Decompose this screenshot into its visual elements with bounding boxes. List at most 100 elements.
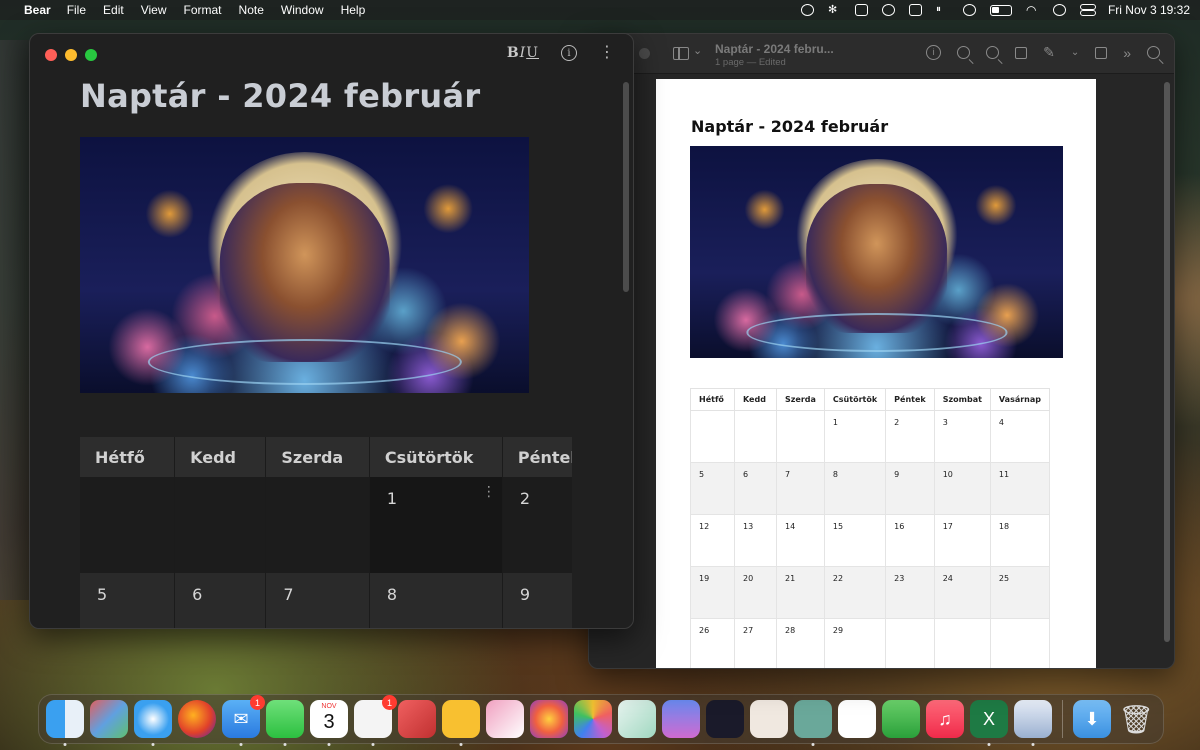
background-window-edge <box>0 40 29 600</box>
zoom-button[interactable] <box>85 49 97 61</box>
preview-day-cell: 2 <box>885 410 935 463</box>
note-day-cell[interactable]: 5 <box>80 573 176 628</box>
zoom-in-icon[interactable] <box>986 46 1000 59</box>
menu-file[interactable]: File <box>67 3 86 17</box>
search-icon[interactable] <box>1147 46 1160 59</box>
note-day-cell[interactable]: 9 <box>502 573 572 628</box>
vpn-icon[interactable] <box>881 4 895 16</box>
stack-icon[interactable] <box>706 700 744 738</box>
color-icon[interactable] <box>530 700 568 738</box>
cell-options-icon[interactable]: ⋮ <box>482 485 496 499</box>
affinity-icon[interactable] <box>486 700 524 738</box>
preview-lion-image <box>690 146 1063 358</box>
wifi-icon[interactable]: ◠ <box>1026 4 1039 16</box>
craft-icon[interactable] <box>398 700 436 738</box>
menu-bar: Bear File Edit View Format Note Window H… <box>0 0 1200 20</box>
info-icon[interactable]: i <box>561 45 577 61</box>
battery-icon[interactable] <box>989 4 1012 16</box>
note-lion-image[interactable] <box>80 137 529 393</box>
close-button[interactable] <box>45 49 57 61</box>
menu-edit[interactable]: Edit <box>103 3 124 17</box>
text-format-button[interactable]: BIU <box>507 45 539 61</box>
preview-day-cell: 1 <box>823 410 887 463</box>
markup-pen-icon[interactable]: ✎ <box>1043 44 1055 61</box>
menu-format[interactable]: Format <box>184 3 222 17</box>
preview-day-cell: 3 <box>933 410 991 463</box>
chatgpt-icon[interactable] <box>794 700 832 746</box>
info-icon[interactable]: i <box>926 45 942 60</box>
messages-icon[interactable] <box>266 700 304 746</box>
tray-icon[interactable] <box>908 4 922 16</box>
window-close-button[interactable] <box>639 48 650 59</box>
preview-day-cell <box>933 618 991 668</box>
numbers-alt-icon[interactable] <box>618 700 656 738</box>
preview-day-cell: 12 <box>690 514 735 567</box>
firefox-icon[interactable] <box>178 700 216 738</box>
preview-scrollbar[interactable] <box>1164 82 1170 642</box>
note-header-cell[interactable]: Hétfő <box>80 437 176 477</box>
more-tools-icon[interactable]: » <box>1123 45 1131 61</box>
menu-app-name[interactable]: Bear <box>24 3 51 17</box>
rotate-icon[interactable] <box>1095 46 1108 59</box>
minimize-button[interactable] <box>65 49 77 61</box>
music-icon[interactable]: ♫ <box>926 700 964 738</box>
preview-document-title[interactable]: Naptár - 2024 febru... <box>715 42 834 56</box>
menu-window[interactable]: Window <box>281 3 324 17</box>
note-header-cell[interactable]: Péntek <box>502 437 572 477</box>
note-day-cell[interactable]: 8 <box>369 573 503 628</box>
spotlight-search-icon[interactable] <box>1052 4 1066 16</box>
shield-icon[interactable] <box>854 4 868 16</box>
note-title[interactable]: Naptár - 2024 február <box>80 77 481 115</box>
note-header-cell[interactable]: Szerda <box>265 437 370 477</box>
menu-view[interactable]: View <box>141 3 167 17</box>
simulator-icon[interactable] <box>662 700 700 738</box>
calendar-icon[interactable]: NOV 3 <box>310 700 348 746</box>
menubar-clock[interactable]: Fri Nov 3 19:32 <box>1108 3 1190 17</box>
numbers-icon[interactable] <box>882 700 920 738</box>
note-header-cell[interactable]: Csütörtök <box>369 437 503 477</box>
note-day-cell[interactable]: 7 <box>265 573 370 628</box>
note-day-cell[interactable] <box>174 477 267 573</box>
running-indicator <box>283 743 287 746</box>
trash-icon[interactable]: 🗑 <box>1117 700 1155 738</box>
safari-icon[interactable] <box>134 700 172 746</box>
onepassword-icon[interactable] <box>800 4 814 16</box>
pause-icon[interactable]: ⏸ <box>936 4 949 16</box>
note-day-cell[interactable] <box>265 477 370 573</box>
dropbox-icon[interactable]: ✻ <box>828 4 841 16</box>
menu-help[interactable]: Help <box>341 3 366 17</box>
more-options-icon[interactable]: ⋮ <box>599 45 615 61</box>
editor-scrollbar[interactable] <box>623 82 629 292</box>
note-day-cell[interactable]: 6 <box>174 573 267 628</box>
markup-chevron-icon[interactable]: ⌄ <box>1071 47 1079 58</box>
tes-icon[interactable] <box>442 700 480 746</box>
window-controls <box>45 49 97 61</box>
note-day-cell-active[interactable]: 1 ⋮ <box>369 477 503 573</box>
downloads-folder-icon[interactable]: ⬇ <box>1073 700 1111 738</box>
menu-note[interactable]: Note <box>239 3 264 17</box>
share-icon[interactable] <box>1015 46 1028 59</box>
control-center-icon[interactable] <box>1079 4 1096 16</box>
preview-app-icon[interactable] <box>1014 700 1052 746</box>
reminders-icon[interactable]: 1 <box>354 695 397 746</box>
chevron-down-icon[interactable]: ⌄ <box>693 44 702 57</box>
calendar-month: NOV <box>321 703 337 710</box>
preview-day-cell: 21 <box>776 566 825 619</box>
note-day-cell[interactable]: 2 <box>502 477 572 573</box>
preview-header-cell: Csütörtök <box>823 388 887 411</box>
note-table-container[interactable]: Hétfő Kedd Szerda Csütörtök Péntek S 1⋮ … <box>80 437 572 628</box>
finder-icon[interactable] <box>46 700 84 746</box>
mail-icon[interactable]: ✉ 1 <box>222 695 265 746</box>
sidebar-toggle-icon[interactable] <box>673 47 689 60</box>
preview-header-cell: Hétfő <box>690 388 735 411</box>
preview-day-cell <box>989 618 1051 668</box>
freeform-icon[interactable] <box>838 700 876 738</box>
note-day-cell[interactable] <box>80 477 176 573</box>
play-icon[interactable] <box>962 4 976 16</box>
launchpad-icon[interactable] <box>90 700 128 738</box>
ai-art-icon[interactable] <box>750 700 788 738</box>
excel-icon[interactable]: X <box>970 700 1008 746</box>
note-header-cell[interactable]: Kedd <box>174 437 267 477</box>
zoom-out-icon[interactable] <box>957 46 971 59</box>
photos-icon[interactable] <box>574 700 612 738</box>
